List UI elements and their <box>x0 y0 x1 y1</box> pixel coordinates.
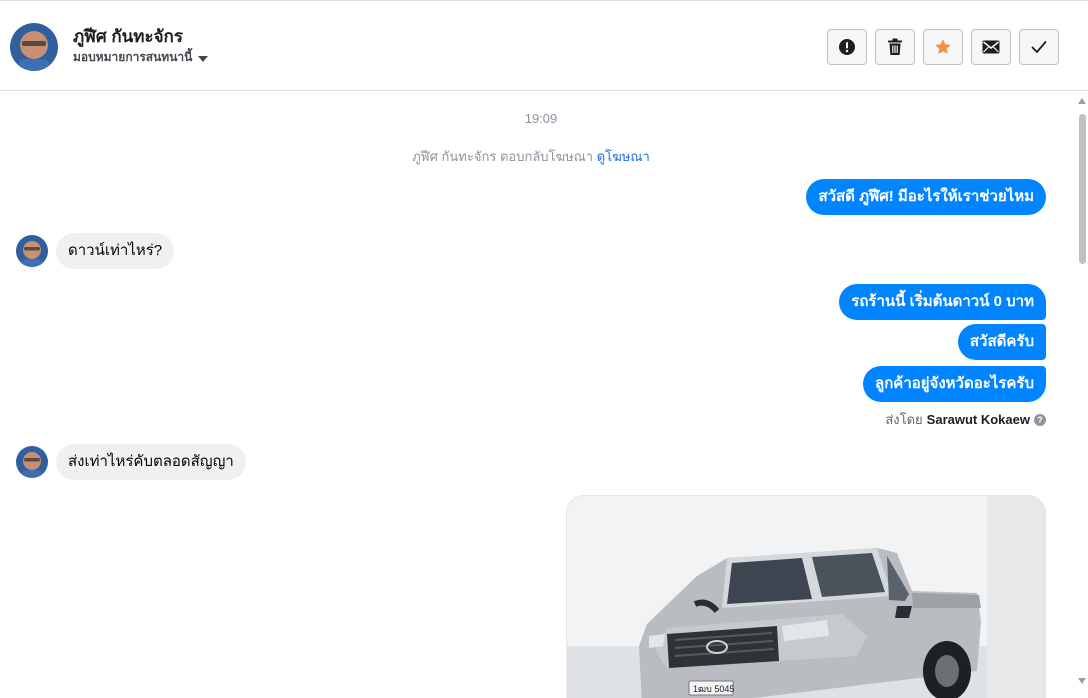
sent-by-name: Sarawut Kokaew <box>926 412 1030 427</box>
incoming-message-row: ดาวน์เท่าไหร่? <box>16 233 175 269</box>
contact-name[interactable]: ภูฬีศ กันทะจักร <box>73 23 183 50</box>
view-ad-link[interactable]: ดูโฆษณา <box>597 149 650 164</box>
sender-avatar[interactable] <box>16 235 48 267</box>
incoming-message[interactable]: ส่งเท่าไหร่คับตลอดสัญญา <box>56 444 246 480</box>
outgoing-message[interactable]: สวัสดีครับ <box>957 324 1046 360</box>
pickup-truck-photo[interactable]: 1ฒบ 5045 <box>566 495 1046 698</box>
sender-avatar[interactable] <box>16 446 48 478</box>
conversation-header: ภูฬีศ กันทะจักร มอบหมายการสนทนานี้ <box>0 0 1088 91</box>
sent-by-info: ส่งโดย Sarawut Kokaew ? <box>885 409 1046 430</box>
thread-scrollbar[interactable] <box>1076 92 1088 698</box>
check-icon <box>1031 41 1047 53</box>
message-thread[interactable]: 19:09 ภูฬีศ กันทะจักร ตอบกลับโฆษณา ดูโฆษ… <box>0 92 1076 698</box>
star-button[interactable] <box>923 29 963 65</box>
ad-reply-text: ภูฬีศ กันทะจักร ตอบกลับโฆษณา <box>412 149 594 164</box>
star-icon <box>935 39 951 55</box>
outgoing-message[interactable]: สวัสดี ภูฬีศ! มีอะไรให้เราช่วยไหม <box>806 179 1046 215</box>
outgoing-message[interactable]: ลูกค้าอยู่จังหวัดอะไรครับ <box>863 366 1046 402</box>
envelope-icon <box>982 40 1000 54</box>
scrollbar-thumb[interactable] <box>1079 114 1086 264</box>
incoming-message[interactable]: ดาวน์เท่าไหร่? <box>56 233 175 269</box>
trash-icon <box>888 38 902 55</box>
ad-reply-notice: ภูฬีศ กันทะจักร ตอบกลับโฆษณา ดูโฆษณา <box>0 146 1062 167</box>
mark-done-button[interactable] <box>1019 29 1059 65</box>
message-timestamp: 19:09 <box>524 111 558 126</box>
sent-by-prefix: ส่งโดย <box>885 412 923 427</box>
assign-conversation-dropdown[interactable]: มอบหมายการสนทนานี้ <box>73 48 209 67</box>
incoming-message-row: ส่งเท่าไหร่คับตลอดสัญญา <box>16 444 246 480</box>
caret-down-icon <box>198 55 209 62</box>
license-plate-text: 1ฒบ 5045 <box>693 684 734 694</box>
help-icon[interactable]: ? <box>1034 413 1046 426</box>
scroll-down-arrow-icon[interactable] <box>1078 678 1086 684</box>
header-actions <box>827 29 1059 65</box>
alert-icon <box>839 39 855 55</box>
assign-label: มอบหมายการสนทนานี้ <box>73 50 193 64</box>
delete-button[interactable] <box>875 29 915 65</box>
outgoing-message[interactable]: รถร้านนี้ เริ่มต้นดาวน์ 0 บาท <box>839 284 1046 320</box>
mark-spam-button[interactable] <box>827 29 867 65</box>
mark-unread-button[interactable] <box>971 29 1011 65</box>
contact-avatar[interactable] <box>10 23 58 71</box>
scroll-up-arrow-icon[interactable] <box>1078 98 1086 104</box>
